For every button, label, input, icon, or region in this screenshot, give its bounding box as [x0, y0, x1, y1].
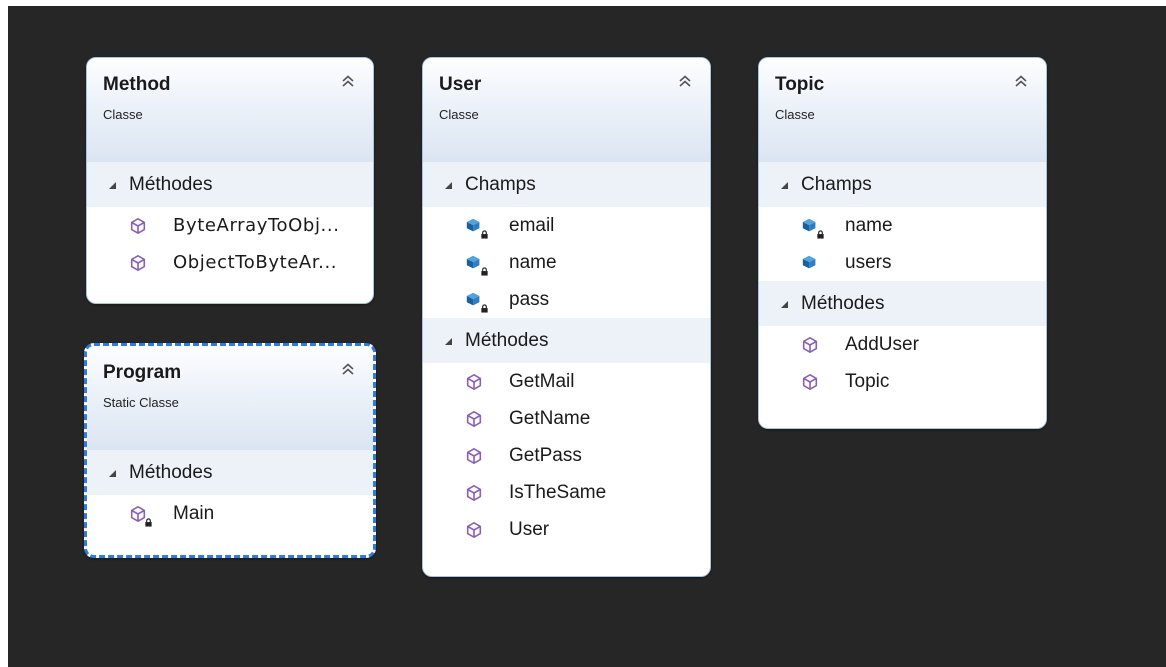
class-name: Method [103, 74, 171, 95]
member-label: name [845, 214, 893, 236]
member-item[interactable]: name [759, 207, 1046, 244]
class-kind: Static Classe [103, 395, 179, 410]
member-label: GetMail [509, 370, 575, 392]
method-cube-icon [799, 334, 821, 356]
section-label: Méthodes [465, 329, 549, 351]
member-item[interactable]: AddUser [759, 326, 1046, 363]
section-label: Méthodes [801, 292, 885, 314]
section-fields[interactable]: Champs [759, 162, 1046, 207]
class-method[interactable]: Method Classe Méthodes ByteArrayToObj...… [86, 57, 374, 304]
private-field-icon [463, 252, 485, 274]
expanded-triangle-icon[interactable] [443, 336, 453, 346]
lock-icon [480, 230, 489, 239]
member-item[interactable]: GetPass [423, 437, 710, 474]
lock-icon [816, 230, 825, 239]
section-methods[interactable]: Méthodes [87, 162, 373, 207]
member-label: users [845, 251, 892, 273]
section-methods[interactable]: Méthodes [759, 281, 1046, 326]
class-kind: Classe [775, 107, 815, 122]
method-cube-icon [127, 252, 149, 274]
private-field-icon [463, 289, 485, 311]
method-cube-icon [463, 408, 485, 430]
class-kind: Classe [439, 107, 479, 122]
class-program[interactable]: Program Static Classe Méthodes Main [84, 343, 376, 558]
class-name: Topic [775, 74, 825, 95]
member-label: ObjectToByteAr... [173, 252, 338, 273]
method-cube-icon [463, 371, 485, 393]
member-label: IsTheSame [509, 481, 607, 503]
member-label: GetName [509, 407, 591, 429]
member-item[interactable]: ByteArrayToObj... [87, 207, 373, 244]
collapse-icon[interactable] [674, 70, 696, 92]
member-item[interactable]: Main [87, 495, 373, 532]
class-user[interactable]: User Classe Champs email name pass Métho… [422, 57, 711, 577]
member-item[interactable]: IsTheSame [423, 474, 710, 511]
member-item[interactable]: name [423, 244, 710, 281]
class-header: Program Static Classe [87, 346, 373, 450]
class-header: Topic Classe [759, 58, 1046, 162]
member-item[interactable]: users [759, 244, 1046, 281]
class-name: Program [103, 362, 182, 383]
section-fields[interactable]: Champs [423, 162, 710, 207]
member-label: AddUser [845, 333, 919, 355]
method-cube-icon [799, 371, 821, 393]
lock-icon [480, 267, 489, 276]
member-label: GetPass [509, 444, 582, 466]
member-item[interactable]: ObjectToByteAr... [87, 244, 373, 281]
lock-icon [144, 518, 153, 527]
expanded-triangle-icon[interactable] [443, 180, 453, 190]
member-label: ByteArrayToObj... [173, 215, 340, 236]
member-label: name [509, 251, 557, 273]
collapse-icon[interactable] [1010, 70, 1032, 92]
collapse-icon[interactable] [337, 70, 359, 92]
diagram-canvas: Method Classe Méthodes ByteArrayToObj...… [8, 6, 1166, 667]
section-methods[interactable]: Méthodes [87, 450, 373, 495]
member-label: Main [173, 502, 215, 524]
section-methods[interactable]: Méthodes [423, 318, 710, 363]
member-label: Topic [845, 370, 890, 392]
private-field-icon [463, 215, 485, 237]
expanded-triangle-icon[interactable] [107, 468, 117, 478]
expanded-triangle-icon[interactable] [779, 180, 789, 190]
section-label: Champs [465, 173, 536, 195]
member-label: User [509, 518, 550, 540]
member-label: pass [509, 288, 550, 310]
member-label: email [509, 214, 555, 236]
member-item[interactable]: pass [423, 281, 710, 318]
member-item[interactable]: User [423, 511, 710, 548]
class-topic[interactable]: Topic Classe Champs name users Méthodes [758, 57, 1047, 429]
class-header: User Classe [423, 58, 710, 162]
class-kind: Classe [103, 107, 143, 122]
section-label: Méthodes [129, 461, 213, 483]
member-item[interactable]: Topic [759, 363, 1046, 400]
section-label: Méthodes [129, 173, 213, 195]
method-cube-icon [463, 445, 485, 467]
member-item[interactable]: email [423, 207, 710, 244]
member-item[interactable]: GetMail [423, 363, 710, 400]
member-item[interactable]: GetName [423, 400, 710, 437]
method-cube-icon [127, 215, 149, 237]
class-header: Method Classe [87, 58, 373, 162]
method-cube-icon [463, 482, 485, 504]
field-icon [799, 252, 821, 274]
section-label: Champs [801, 173, 872, 195]
private-field-icon [799, 215, 821, 237]
method-cube-icon [463, 519, 485, 541]
expanded-triangle-icon[interactable] [779, 299, 789, 309]
class-name: User [439, 74, 482, 95]
expanded-triangle-icon[interactable] [107, 180, 117, 190]
lock-icon [480, 304, 489, 313]
private-method-cube-icon [127, 503, 149, 525]
collapse-icon[interactable] [337, 358, 359, 380]
